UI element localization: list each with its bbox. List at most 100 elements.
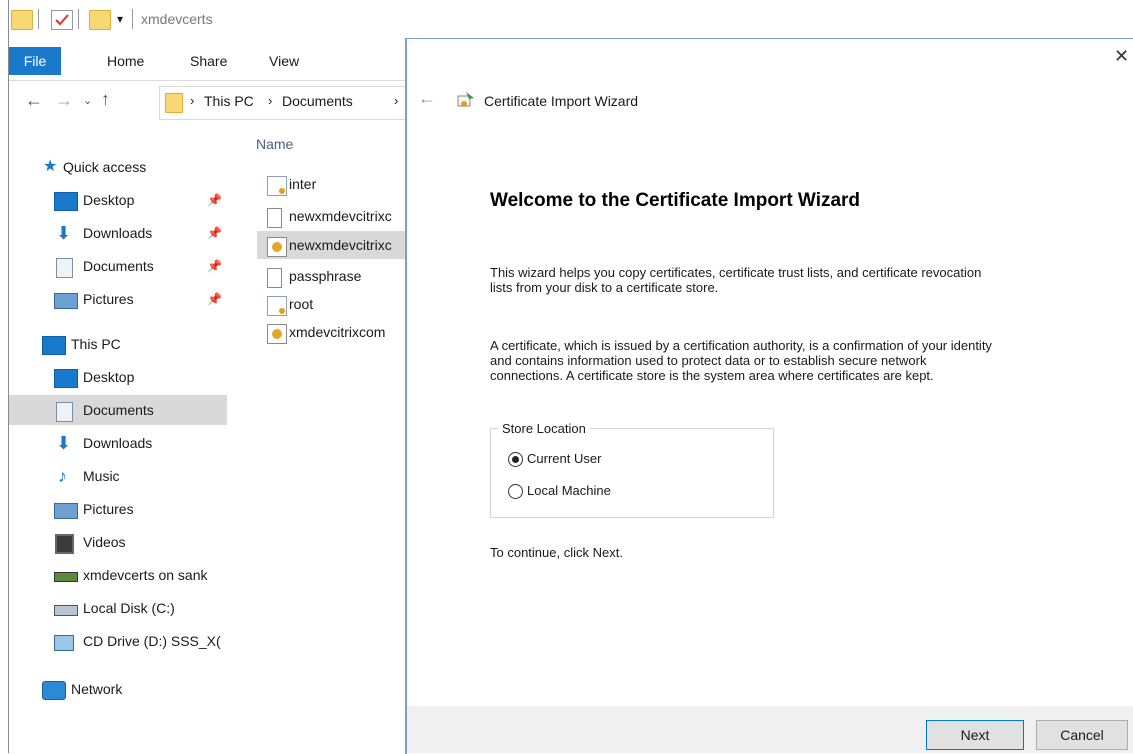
- continue-text: To continue, click Next.: [490, 545, 623, 560]
- computer-icon: [42, 336, 66, 355]
- sidebar-item-pictures-quick[interactable]: Pictures 📌: [9, 284, 227, 314]
- description-text-line: and contains information used to protect…: [490, 353, 927, 368]
- file-row[interactable]: xmdevcitrixcom: [257, 318, 407, 346]
- sidebar-item-label: Network: [71, 681, 123, 697]
- breadcrumb-this-pc[interactable]: This PC: [204, 93, 254, 109]
- sidebar-item-label: Downloads: [83, 435, 153, 451]
- file-name: newxmdevcitrixc: [289, 237, 392, 253]
- navigation-pane: ★ Quick access Desktop 📌 ⬇ Downloads 📌 D…: [9, 150, 227, 750]
- sidebar-item-network-share[interactable]: xmdevcerts on sank: [9, 560, 227, 590]
- sidebar-item-label: Desktop: [83, 192, 135, 208]
- sidebar-item-pictures[interactable]: Pictures: [9, 494, 227, 524]
- pin-icon[interactable]: 📌: [207, 218, 222, 248]
- document-icon: [267, 208, 282, 228]
- explorer-title-bar: ▾ xmdevcerts: [9, 0, 409, 40]
- quick-access-dropdown-icon[interactable]: ▾: [117, 12, 123, 26]
- sidebar-item-label: This PC: [71, 336, 121, 352]
- sidebar-item-label: Pictures: [83, 501, 134, 517]
- sidebar-item-label: xmdevcerts on sank: [83, 567, 208, 583]
- file-row[interactable]: newxmdevcitrixc: [257, 231, 407, 259]
- music-icon: ♪: [58, 466, 67, 486]
- sidebar-item-documents[interactable]: Documents: [9, 395, 227, 425]
- file-name: inter: [289, 176, 317, 192]
- separator: [78, 9, 79, 29]
- star-icon: ★: [43, 158, 58, 175]
- sidebar-item-quick-access[interactable]: ★ Quick access: [9, 152, 227, 182]
- pfx-key-icon: [267, 324, 287, 344]
- tab-view[interactable]: View: [269, 47, 299, 75]
- tab-file[interactable]: File: [9, 47, 61, 75]
- radio-button[interactable]: [508, 484, 523, 499]
- file-name: root: [289, 296, 314, 312]
- sidebar-item-videos[interactable]: Videos: [9, 527, 227, 557]
- pictures-icon: [54, 293, 78, 309]
- certificate-icon: [267, 296, 287, 316]
- back-arrow-icon[interactable]: ←: [25, 90, 43, 111]
- download-icon: ⬇: [56, 433, 72, 453]
- certificate-import-wizard-dialog: [405, 38, 1133, 754]
- cancel-button[interactable]: Cancel: [1036, 720, 1128, 750]
- new-folder-icon[interactable]: [89, 10, 111, 30]
- sidebar-item-desktop-quick[interactable]: Desktop 📌: [9, 185, 227, 215]
- documents-icon: [56, 402, 73, 422]
- sidebar-item-label: Documents: [83, 402, 154, 418]
- recent-locations-icon[interactable]: ⌄: [83, 94, 92, 107]
- sidebar-item-label: Downloads: [83, 225, 153, 241]
- ribbon-tabs: File Home Share View: [9, 40, 409, 81]
- sidebar-item-label: Documents: [83, 258, 154, 274]
- certificate-wizard-icon: [456, 90, 476, 110]
- file-row[interactable]: newxmdevcitrixc: [257, 202, 407, 230]
- forward-arrow-icon[interactable]: →: [55, 90, 73, 111]
- file-name: xmdevcitrixcom: [289, 324, 386, 340]
- back-arrow-icon[interactable]: ←: [418, 88, 436, 109]
- pin-icon[interactable]: 📌: [207, 185, 222, 215]
- address-box[interactable]: › This PC › Documents ›: [159, 86, 411, 120]
- breadcrumb-separator: ›: [268, 93, 273, 108]
- network-drive-icon: [54, 572, 78, 582]
- column-header-name[interactable]: Name: [256, 136, 293, 152]
- next-button[interactable]: Next: [926, 720, 1024, 750]
- radio-local-machine[interactable]: Local Machine: [508, 483, 648, 501]
- file-name: newxmdevcitrixc: [289, 208, 392, 224]
- videos-icon: [55, 534, 74, 554]
- radio-current-user[interactable]: Current User: [508, 451, 648, 469]
- sidebar-item-network[interactable]: Network: [9, 674, 227, 704]
- close-icon[interactable]: ✕: [1114, 46, 1129, 67]
- hard-drive-icon: [54, 605, 78, 616]
- wizard-heading: Welcome to the Certificate Import Wizard: [490, 190, 861, 211]
- pfx-key-icon: [267, 237, 287, 257]
- intro-text-line: This wizard helps you copy certificates,…: [490, 265, 982, 280]
- folder-icon: [165, 93, 183, 113]
- sidebar-item-documents-quick[interactable]: Documents 📌: [9, 251, 227, 281]
- sidebar-item-cd-drive[interactable]: CD Drive (D:) SSS_X(: [9, 626, 227, 656]
- sidebar-item-label: Local Disk (C:): [83, 600, 175, 616]
- file-row[interactable]: passphrase: [257, 262, 407, 290]
- up-arrow-icon[interactable]: ↑: [101, 89, 110, 110]
- sidebar-item-this-pc[interactable]: This PC: [9, 329, 227, 359]
- store-location-group: [490, 428, 774, 518]
- sidebar-item-label: CD Drive (D:) SSS_X(: [83, 633, 221, 649]
- network-icon: [42, 681, 66, 700]
- description-text-line: connections. A certificate store is the …: [490, 368, 934, 383]
- sidebar-item-downloads-quick[interactable]: ⬇ Downloads 📌: [9, 218, 227, 248]
- tab-home[interactable]: Home: [107, 47, 144, 75]
- breadcrumb-documents[interactable]: Documents: [282, 93, 353, 109]
- file-row[interactable]: root: [257, 290, 407, 318]
- dialog-title: Certificate Import Wizard: [484, 93, 639, 109]
- sidebar-item-music[interactable]: ♪ Music: [9, 461, 227, 491]
- pin-icon[interactable]: 📌: [207, 251, 222, 281]
- pin-icon[interactable]: 📌: [207, 284, 222, 314]
- tab-share[interactable]: Share: [190, 47, 227, 75]
- properties-icon[interactable]: [51, 10, 73, 30]
- desktop-icon: [54, 192, 78, 211]
- sidebar-item-desktop[interactable]: Desktop: [9, 362, 227, 392]
- text-file-icon: [267, 268, 282, 288]
- sidebar-item-downloads[interactable]: ⬇ Downloads: [9, 428, 227, 458]
- documents-icon: [56, 258, 73, 278]
- sidebar-item-label: Pictures: [83, 291, 134, 307]
- sidebar-item-local-disk[interactable]: Local Disk (C:): [9, 593, 227, 623]
- desktop-icon: [54, 369, 78, 388]
- file-row[interactable]: inter: [257, 170, 407, 198]
- file-name: passphrase: [289, 268, 362, 284]
- radio-button-selected[interactable]: [508, 452, 523, 467]
